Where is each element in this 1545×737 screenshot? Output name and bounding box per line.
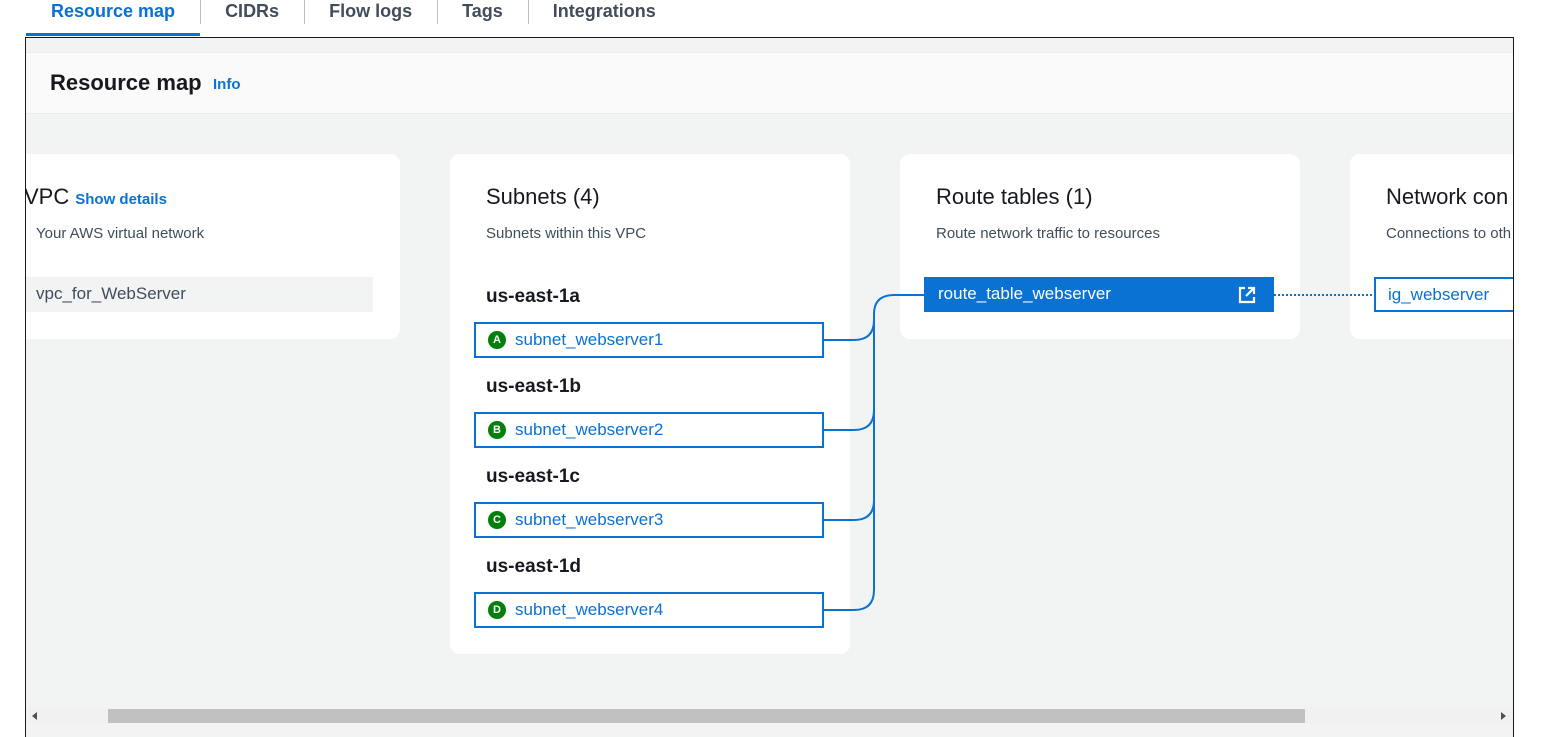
subnet-item[interactable]: C subnet_webserver3 — [474, 502, 824, 538]
subnet-item[interactable]: D subnet_webserver4 — [474, 592, 824, 628]
subnet-name: subnet_webserver1 — [515, 330, 664, 349]
subnet-badge: A — [488, 331, 506, 349]
tab-flow-logs[interactable]: Flow logs — [304, 0, 437, 36]
vpc-item[interactable]: vpc_for_WebServer — [26, 277, 373, 312]
tab-cidrs[interactable]: CIDRs — [200, 0, 304, 36]
network-connections-card: Network con Connections to oth ig_webser… — [1350, 154, 1513, 339]
internet-gateway-item[interactable]: ig_webserver — [1374, 277, 1513, 312]
scrollbar-thumb[interactable] — [108, 709, 1305, 723]
subnet-badge: D — [488, 601, 506, 619]
subnet-name: subnet_webserver4 — [515, 600, 664, 619]
network-connections-subtitle: Connections to oth — [1386, 225, 1512, 242]
resource-map-panel: Resource map Info VPC Show details Your A… — [25, 37, 1514, 737]
tab-bar: Resource map CIDRs Flow logs Tags Integr… — [26, 0, 681, 36]
panel-header: Resource map Info — [26, 52, 1513, 114]
route-tables-card: Route tables (1) Route network traffic t… — [900, 154, 1300, 339]
page-title: Resource map — [50, 70, 202, 95]
network-connections-title: Network con — [1386, 184, 1509, 209]
tab-resource-map[interactable]: Resource map — [26, 0, 201, 36]
subnet-badge: B — [488, 421, 506, 439]
vpc-subtitle: Your AWS virtual network — [36, 225, 205, 242]
tab-tags[interactable]: Tags — [437, 0, 528, 36]
az-label: us-east-1b — [486, 376, 582, 397]
resource-map-canvas[interactable]: VPC Show details Your AWS virtual network… — [26, 114, 1513, 707]
vpc-title-row: VPC Show details — [25, 184, 167, 210]
az-label: us-east-1d — [486, 556, 582, 577]
subnet-badge: C — [488, 511, 506, 529]
route-table-name: route_table_webserver — [938, 284, 1111, 303]
subnet-name: subnet_webserver3 — [515, 510, 664, 529]
subnets-title: Subnets (4) — [486, 184, 600, 209]
route-tables-title: Route tables (1) — [936, 184, 1093, 209]
subnets-card: Subnets (4) Subnets within this VPC us-e… — [450, 154, 850, 654]
subnet-name: subnet_webserver2 — [515, 420, 664, 439]
horizontal-scrollbar[interactable] — [26, 707, 1513, 724]
az-label: us-east-1c — [486, 466, 580, 487]
scroll-right-arrow-icon[interactable] — [1501, 712, 1506, 720]
info-link[interactable]: Info — [213, 76, 241, 93]
subnet-item[interactable]: A subnet_webserver1 — [474, 322, 824, 358]
route-tables-subtitle: Route network traffic to resources — [936, 225, 1160, 242]
scroll-left-arrow-icon[interactable] — [32, 712, 37, 720]
vpc-card: VPC Show details Your AWS virtual network… — [25, 154, 400, 339]
subnet-item[interactable]: B subnet_webserver2 — [474, 412, 824, 448]
tab-integrations[interactable]: Integrations — [527, 0, 681, 36]
vpc-title: VPC — [25, 184, 70, 209]
route-table-item[interactable]: route_table_webserver — [924, 277, 1274, 312]
show-details-link[interactable]: Show details — [75, 191, 167, 208]
subnets-subtitle: Subnets within this VPC — [486, 225, 647, 242]
az-label: us-east-1a — [486, 286, 580, 307]
external-link-icon[interactable] — [1238, 286, 1256, 304]
